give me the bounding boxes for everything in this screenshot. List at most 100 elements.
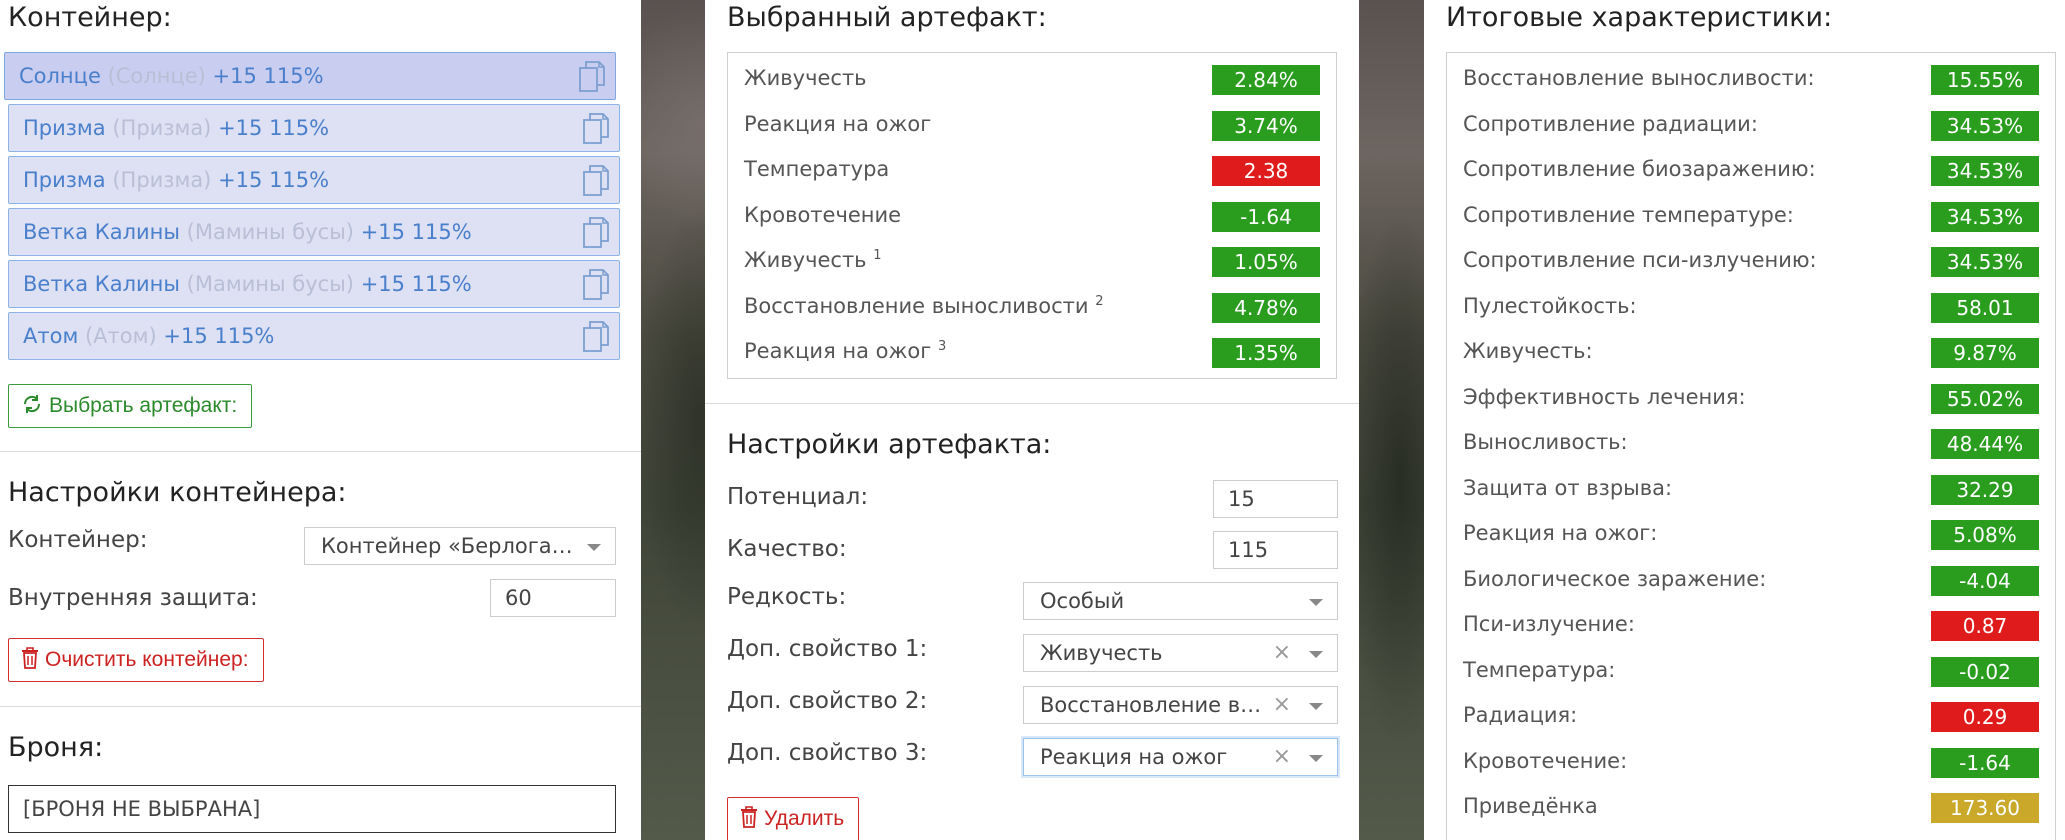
stat-name-text: Живучесть (744, 248, 867, 272)
artifact-name: Призма (23, 168, 106, 192)
stat-row: Сопротивление биозаражению: 34.53% (1447, 148, 2055, 194)
stat-value: 1.35% (1212, 338, 1320, 368)
refresh-icon (23, 395, 41, 414)
stat-value: 48.44% (1931, 429, 2039, 459)
artifact-slot[interactable]: Ветка Калины (Мамины бусы) +15 115% (8, 260, 620, 308)
copy-icon[interactable] (579, 61, 605, 93)
extra-property-3-value: Реакция на ожог (1040, 745, 1228, 769)
artifact-slot[interactable]: Призма (Призма) +15 115% (8, 104, 620, 152)
stat-value: 2.38 (1212, 156, 1320, 186)
stat-name: Температура (744, 157, 889, 181)
rarity-select[interactable]: Особый (1023, 582, 1338, 620)
stat-name: Пси-излучение: (1463, 612, 1635, 636)
stat-value: 34.53% (1931, 247, 2039, 277)
stat-name: Реакция на ожог: (1463, 521, 1658, 545)
selected-artifact-stats: Живучесть 2.84% Реакция на ожог 3.74% Темп… (727, 52, 1337, 379)
potential-label: Потенциал: (727, 484, 869, 510)
stat-row: Биологическое заражение: -4.04 (1447, 558, 2055, 604)
stat-value: 0.87 (1931, 611, 2039, 641)
stat-value: -1.64 (1212, 201, 1320, 232)
stat-name: Кровотечение (744, 203, 901, 227)
extra-property-1-label: Доп. свойство 1: (727, 636, 928, 662)
container-type-select[interactable]: Контейнер «Берлога… (304, 527, 616, 565)
stat-name-text: Реакция на ожог (744, 111, 932, 136)
artifact-bonus: +15 115% (218, 168, 330, 192)
stat-value: 1.05% (1212, 247, 1320, 277)
clear-icon[interactable]: × (1273, 739, 1291, 775)
totals-panel: Итоговые характеристики: Восстановление … (1424, 0, 2065, 840)
clear-container-label: Очистить контейнер: (45, 648, 249, 671)
select-artifact-button[interactable]: Выбрать артефакт: (8, 384, 253, 428)
extra-property-2-label: Доп. свойство 2: (727, 688, 928, 714)
stat-row: Кровотечение: -1.64 (1447, 740, 2055, 786)
stat-value: -4.04 (1931, 565, 2039, 596)
stat-row: Сопротивление пси-излучению: 34.53% (1447, 239, 2055, 285)
chevron-down-icon (587, 544, 601, 551)
stat-name: Пулестойкость: (1463, 293, 1637, 318)
stat-value: -0.02 (1931, 656, 2039, 687)
armor-field[interactable]: [БРОНЯ НЕ ВЫБРАНА] (8, 785, 616, 833)
artifact-alt-name: (Мамины бусы) (186, 272, 354, 296)
artifact-panel: Выбранный артефакт: Живучесть 2.84% Реакц… (705, 0, 1359, 840)
copy-icon[interactable] (583, 165, 609, 197)
artifact-alt-name: (Мамины бусы) (186, 220, 354, 244)
stat-row: Сопротивление температуре: 34.53% (1447, 194, 2055, 240)
container-settings-title: Настройки контейнера: (8, 477, 347, 508)
delete-artifact-button[interactable]: Удалить (727, 797, 860, 840)
artifact-slot[interactable]: Призма (Призма) +15 115% (8, 156, 620, 204)
artifact-slot[interactable]: Солнце (Солнце) +15 115% (4, 52, 616, 100)
potential-input[interactable]: 15 (1213, 480, 1338, 518)
quality-input[interactable]: 115 (1213, 531, 1338, 569)
artifact-slot[interactable]: Ветка Калины (Мамины бусы) +15 115% (8, 208, 620, 256)
stat-footnote: 1 (873, 248, 882, 263)
rarity-value: Особый (1040, 589, 1125, 613)
artifact-bonus: +15 115% (163, 324, 275, 348)
stat-row: Живучесть 2.84% (728, 57, 1336, 103)
stat-value: 55.02% (1931, 383, 2039, 414)
container-type-label: Контейнер: (8, 527, 148, 553)
chevron-down-icon (1309, 703, 1323, 710)
stat-footnote: 2 (1095, 293, 1104, 309)
container-artifact-list: Солнце (Солнце) +15 115% Призма (Призма)… (4, 52, 620, 364)
trash-icon (22, 647, 38, 670)
extra-property-3-select[interactable]: Реакция на ожог × (1023, 738, 1338, 776)
stat-row: Кровотечение -1.64 (728, 194, 1336, 240)
stat-name: Кровотечение: (1463, 748, 1628, 773)
stat-row: Эффективность лечения: 55.02% (1447, 376, 2055, 422)
stat-row: Реакция на ожог: 5.08% (1447, 512, 2055, 558)
stat-row: Живучесть 1 1.05% (728, 239, 1336, 285)
copy-icon[interactable] (583, 217, 609, 249)
stat-value: 34.53% (1931, 110, 2039, 141)
stat-name-text: Живучесть (744, 66, 867, 90)
copy-icon[interactable] (583, 321, 609, 353)
stat-name: Восстановление выносливости: (1463, 66, 1815, 90)
rarity-label: Редкость: (727, 584, 847, 610)
stat-row: Живучесть: 9.87% (1447, 330, 2055, 376)
copy-icon[interactable] (583, 269, 609, 301)
artifact-settings-title: Настройки артефакта: (727, 429, 1052, 460)
inner-protection-input[interactable]: 60 (490, 579, 616, 617)
artifact-name: Ветка Калины (23, 272, 180, 296)
artifact-slot[interactable]: Атом (Атом) +15 115% (8, 312, 620, 360)
extra-property-3-label: Доп. свойство 3: (727, 740, 928, 766)
clear-icon[interactable]: × (1273, 687, 1291, 723)
container-panel: Контейнер: Солнце (Солнце) +15 115% Приз… (0, 0, 641, 840)
stat-name: Защита от взрыва: (1463, 475, 1673, 500)
clear-container-button[interactable]: Очистить контейнер: (8, 638, 264, 682)
chevron-down-icon (1309, 651, 1323, 658)
stat-name: Живучесть: (1463, 339, 1593, 363)
copy-icon[interactable] (583, 113, 609, 145)
extra-property-1-select[interactable]: Живучесть × (1023, 634, 1338, 672)
stat-name: Сопротивление радиации: (1463, 111, 1758, 136)
stat-row: Пулестойкость: 58.01 (1447, 285, 2055, 331)
divider (705, 403, 1359, 404)
extra-property-2-select[interactable]: Восстановление в… × (1023, 686, 1338, 724)
clear-icon[interactable]: × (1273, 635, 1291, 671)
stat-row: Реакция на ожог 3 1.35% (728, 330, 1336, 376)
divider (0, 706, 641, 707)
chevron-down-icon (1309, 755, 1323, 762)
artifact-alt-name: (Солнце) (107, 64, 206, 88)
stat-row: Приведёнка 173.60 (1447, 785, 2055, 831)
stat-row: Сопротивление радиации: 34.53% (1447, 103, 2055, 149)
stat-name-text: Реакция на ожог (744, 339, 932, 363)
